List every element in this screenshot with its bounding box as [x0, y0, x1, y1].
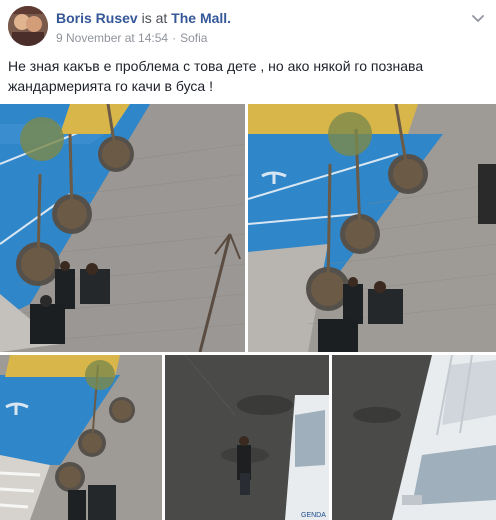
photo-3[interactable] — [0, 355, 162, 520]
post-meta: 9 November at 14:54 · Sofia — [56, 31, 207, 45]
is-at-text: is at — [141, 10, 168, 26]
post-message: Не зная какъв е проблема с това дете , н… — [8, 58, 424, 94]
chevron-down-icon[interactable] — [470, 10, 486, 26]
author-line: Boris Rusev is at The Mall. — [56, 10, 231, 26]
photo-4[interactable]: GENDA — [165, 355, 329, 520]
photo-5[interactable] — [332, 355, 496, 520]
van-label: GENDA — [301, 512, 326, 519]
meta-separator: · — [172, 31, 177, 45]
author-name-link[interactable]: Boris Rusev — [56, 10, 138, 26]
post-timestamp[interactable]: 9 November at 14:54 — [56, 31, 168, 45]
author-avatar[interactable] — [8, 6, 48, 46]
post-location-link[interactable]: Sofia — [180, 31, 207, 45]
post-header: Boris Rusev is at The Mall. 9 November a… — [0, 0, 496, 56]
photo-grid: GENDA — [0, 104, 496, 520]
photo-1[interactable] — [0, 104, 245, 352]
place-link[interactable]: The Mall. — [171, 10, 231, 26]
photo-2[interactable] — [248, 104, 496, 352]
